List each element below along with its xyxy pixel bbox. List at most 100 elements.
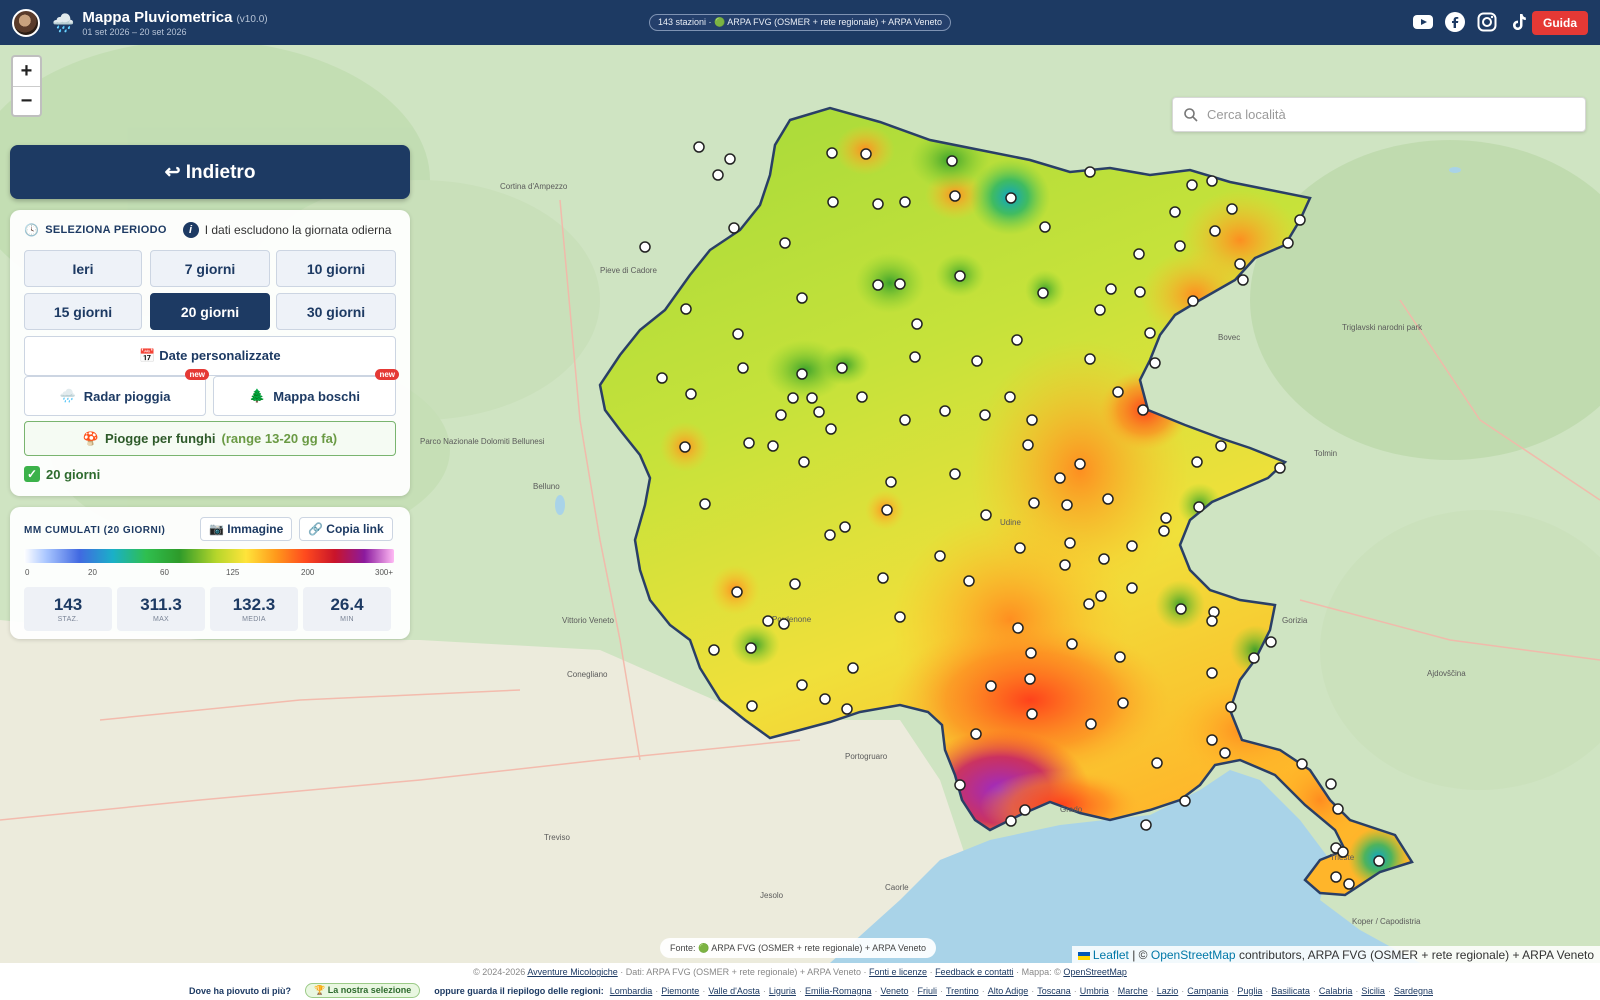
station-marker[interactable]	[1191, 456, 1203, 468]
station-marker[interactable]	[1140, 819, 1152, 831]
facebook-icon[interactable]	[1444, 11, 1466, 33]
station-marker[interactable]	[946, 155, 958, 167]
station-marker[interactable]	[1137, 404, 1149, 416]
station-marker[interactable]	[894, 611, 906, 623]
station-marker[interactable]	[656, 372, 668, 384]
copy-link-button[interactable]: 🔗 Copia link	[299, 517, 393, 541]
station-marker[interactable]	[1248, 652, 1260, 664]
station-marker[interactable]	[1028, 497, 1040, 509]
station-marker[interactable]	[1144, 327, 1156, 339]
station-marker[interactable]	[971, 355, 983, 367]
station-marker[interactable]	[699, 498, 711, 510]
station-marker[interactable]	[1074, 458, 1086, 470]
station-marker[interactable]	[1126, 582, 1138, 594]
youtube-icon[interactable]	[1412, 11, 1434, 33]
station-marker[interactable]	[724, 153, 736, 165]
station-marker[interactable]	[639, 241, 651, 253]
station-marker[interactable]	[872, 198, 884, 210]
station-marker[interactable]	[1059, 559, 1071, 571]
region-link[interactable]: Alto Adige	[988, 986, 1029, 996]
station-marker[interactable]	[1175, 603, 1187, 615]
station-marker[interactable]	[775, 409, 787, 421]
zoom-in-button[interactable]: +	[13, 57, 40, 86]
station-marker[interactable]	[743, 437, 755, 449]
station-marker[interactable]	[1037, 287, 1049, 299]
region-link[interactable]: Sicilia	[1361, 986, 1385, 996]
station-marker[interactable]	[728, 222, 740, 234]
station-marker[interactable]	[1330, 871, 1342, 883]
osm-link[interactable]: OpenStreetMap	[1151, 948, 1236, 962]
station-marker[interactable]	[708, 644, 720, 656]
station-marker[interactable]	[1294, 214, 1306, 226]
region-link[interactable]: Liguria	[769, 986, 796, 996]
station-marker[interactable]	[1325, 778, 1337, 790]
selection-button[interactable]: 🏆 La nostra selezione	[305, 983, 421, 998]
station-marker[interactable]	[796, 292, 808, 304]
station-marker[interactable]	[731, 586, 743, 598]
licenses-link[interactable]: Fonti e licenze	[869, 967, 927, 977]
station-marker[interactable]	[899, 196, 911, 208]
station-marker[interactable]	[1112, 386, 1124, 398]
back-button[interactable]: ↩ Indietro	[10, 145, 410, 199]
station-marker[interactable]	[970, 728, 982, 740]
station-marker[interactable]	[787, 392, 799, 404]
station-marker[interactable]	[1085, 718, 1097, 730]
image-button[interactable]: 📷 Immagine	[200, 517, 293, 541]
station-marker[interactable]	[1094, 304, 1106, 316]
station-marker[interactable]	[909, 351, 921, 363]
station-marker[interactable]	[1098, 553, 1110, 565]
station-marker[interactable]	[1206, 734, 1218, 746]
zoom-out-button[interactable]: −	[13, 86, 40, 115]
station-marker[interactable]	[680, 303, 692, 315]
station-marker[interactable]	[1012, 622, 1024, 634]
station-marker[interactable]	[1209, 225, 1221, 237]
station-marker[interactable]	[885, 476, 897, 488]
brand-link[interactable]: Avventure Micologiche	[527, 967, 617, 977]
station-marker[interactable]	[1193, 501, 1205, 513]
station-marker[interactable]	[1186, 179, 1198, 191]
station-marker[interactable]	[746, 700, 758, 712]
region-link[interactable]: Valle d'Aosta	[708, 986, 760, 996]
station-marker[interactable]	[1061, 499, 1073, 511]
station-marker[interactable]	[1117, 697, 1129, 709]
forest-map-button[interactable]: 🌲 Mappa boschi new	[213, 369, 399, 416]
station-marker[interactable]	[1026, 708, 1038, 720]
station-marker[interactable]	[796, 368, 808, 380]
station-marker[interactable]	[1004, 391, 1016, 403]
region-link[interactable]: Piemonte	[661, 986, 699, 996]
period-button-ieri[interactable]: Ieri	[24, 250, 142, 287]
station-marker[interactable]	[1158, 525, 1170, 537]
station-marker[interactable]	[1226, 203, 1238, 215]
station-marker[interactable]	[737, 362, 749, 374]
station-marker[interactable]	[1206, 615, 1218, 627]
region-link[interactable]: Marche	[1118, 986, 1148, 996]
station-marker[interactable]	[693, 141, 705, 153]
station-marker[interactable]	[1134, 286, 1146, 298]
station-marker[interactable]	[1005, 815, 1017, 827]
station-marker[interactable]	[860, 148, 872, 160]
station-marker[interactable]	[1337, 846, 1349, 858]
station-marker[interactable]	[1022, 439, 1034, 451]
region-link[interactable]: Trentino	[946, 986, 979, 996]
station-marker[interactable]	[934, 550, 946, 562]
station-marker[interactable]	[1343, 878, 1355, 890]
info-icon[interactable]: i	[182, 222, 199, 238]
region-link[interactable]: Umbria	[1080, 986, 1109, 996]
station-marker[interactable]	[1160, 512, 1172, 524]
station-marker[interactable]	[679, 441, 691, 453]
period-button-10[interactable]: 10 giorni	[276, 250, 396, 287]
footer-osm-link[interactable]: OpenStreetMap	[1063, 967, 1127, 977]
station-marker[interactable]	[685, 388, 697, 400]
station-marker[interactable]	[1024, 673, 1036, 685]
station-marker[interactable]	[1084, 166, 1096, 178]
station-marker[interactable]	[1206, 175, 1218, 187]
station-marker[interactable]	[963, 575, 975, 587]
station-marker[interactable]	[798, 456, 810, 468]
station-marker[interactable]	[980, 509, 992, 521]
station-marker[interactable]	[1332, 803, 1344, 815]
station-marker[interactable]	[836, 362, 848, 374]
station-marker[interactable]	[841, 703, 853, 715]
station-marker[interactable]	[1083, 598, 1095, 610]
station-marker[interactable]	[872, 279, 884, 291]
station-marker[interactable]	[1014, 542, 1026, 554]
